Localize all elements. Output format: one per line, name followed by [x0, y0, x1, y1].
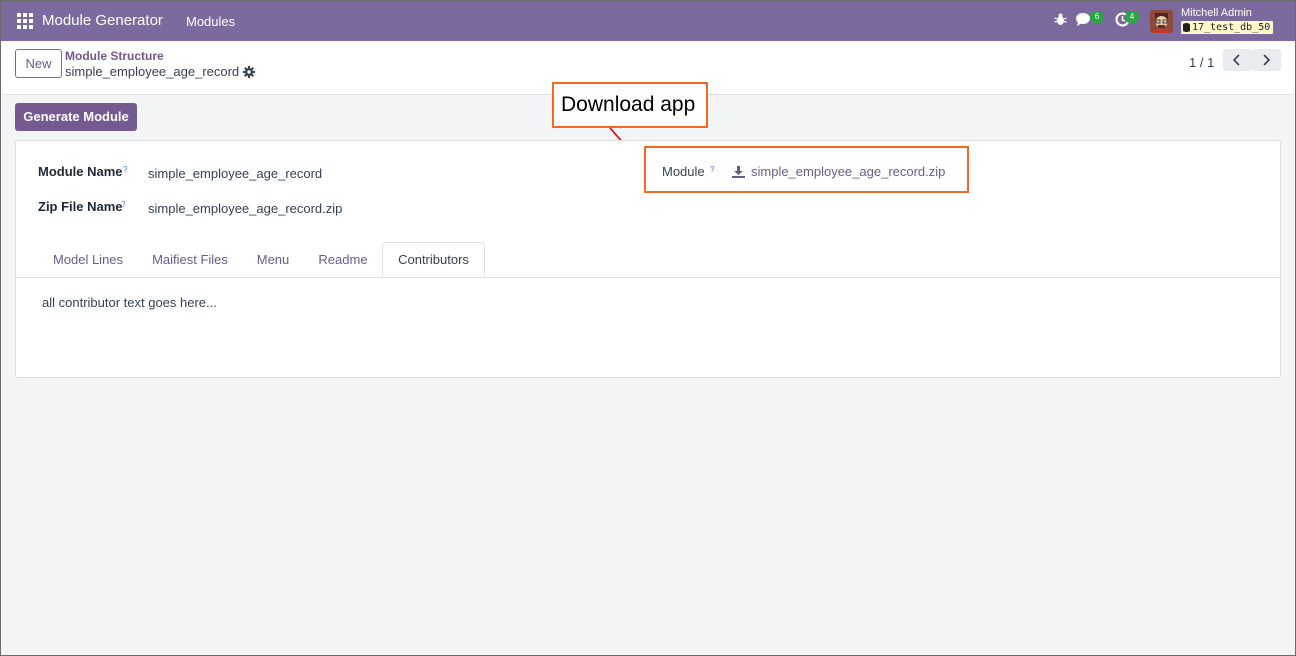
debug-bug-icon[interactable]: [1054, 12, 1067, 29]
chevron-right-icon: [1263, 54, 1270, 66]
top-navbar: Module Generator Modules 6 4 Mitchell Ad…: [1, 1, 1295, 41]
pager-previous-button[interactable]: [1223, 49, 1252, 71]
module-download-filename: simple_employee_age_record.zip: [751, 164, 946, 179]
user-name[interactable]: Mitchell Admin: [1181, 7, 1252, 19]
database-icon: [1183, 23, 1190, 32]
pager-next-button[interactable]: [1252, 49, 1281, 71]
zip-file-name-label: Zip File Name: [38, 199, 123, 214]
activity-count-badge: 4: [1125, 11, 1139, 23]
module-name-label: Module Name: [38, 164, 123, 179]
tab-menu[interactable]: Menu: [248, 242, 298, 277]
tab-model-lines[interactable]: Model Lines: [41, 242, 135, 277]
new-button[interactable]: New: [15, 49, 62, 78]
gear-icon[interactable]: [243, 66, 255, 81]
download-icon: [732, 165, 745, 178]
record-name: simple_employee_age_record: [65, 64, 240, 79]
pager-value[interactable]: 1 / 1: [1189, 55, 1214, 70]
tab-contributors[interactable]: Contributors: [382, 242, 485, 277]
notebook-tabs: Model Lines Maifiest Files Menu Readme C…: [16, 242, 1280, 278]
database-badge: 17_test_db_50: [1181, 21, 1274, 34]
user-avatar[interactable]: [1150, 10, 1173, 33]
module-file-help-icon[interactable]: ?: [710, 165, 714, 174]
generate-module-button[interactable]: Generate Module: [15, 103, 137, 131]
database-name: 17_test_db_50: [1192, 22, 1271, 33]
module-file-label: Module: [662, 164, 705, 179]
annotation-label: Download app: [561, 93, 696, 116]
app-title[interactable]: Module Generator: [42, 12, 163, 29]
zip-file-name-field[interactable]: simple_employee_age_record.zip: [148, 201, 342, 216]
module-download-link[interactable]: simple_employee_age_record.zip: [732, 164, 945, 179]
zip-file-help-icon[interactable]: ?: [121, 200, 125, 209]
tab-readme[interactable]: Readme: [309, 242, 377, 277]
breadcrumb-module-structure[interactable]: Module Structure: [65, 49, 164, 63]
apps-grid-icon[interactable]: [17, 13, 33, 29]
chevron-left-icon: [1233, 54, 1240, 66]
module-name-field[interactable]: simple_employee_age_record: [148, 166, 322, 181]
menu-item-modules[interactable]: Modules: [186, 14, 235, 29]
form-sheet: Module Name ? simple_employee_age_record…: [15, 140, 1281, 378]
module-name-help-icon[interactable]: ?: [123, 165, 127, 174]
contributors-text[interactable]: all contributor text goes here...: [42, 295, 217, 310]
messages-count-badge: 6: [1090, 11, 1104, 23]
tab-manifest-files[interactable]: Maifiest Files: [140, 242, 240, 277]
